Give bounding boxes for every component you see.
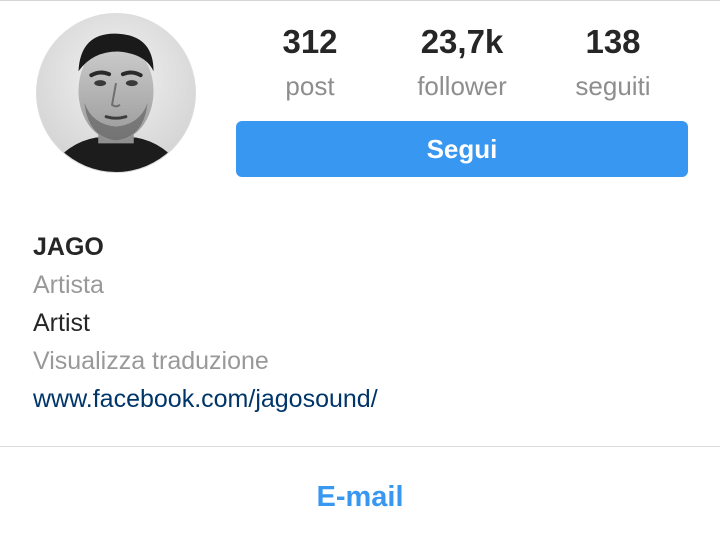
website-link[interactable]: www.facebook.com/jagosound/ bbox=[33, 380, 693, 418]
profile-category: Artista bbox=[33, 271, 104, 299]
posts-label: post bbox=[285, 71, 335, 101]
bio-text: Artist bbox=[33, 309, 90, 337]
profile-name: JAGO bbox=[33, 233, 104, 261]
followers-count: 23,7k bbox=[420, 23, 504, 60]
top-divider bbox=[0, 0, 720, 1]
profile-screen: 312 post 23,7k follower 138 seguiti Segu… bbox=[0, 0, 720, 541]
bio: JAGO Artista Artist Visualizza traduzion… bbox=[33, 228, 693, 418]
follow-button[interactable]: Segui bbox=[236, 121, 688, 177]
following-count: 138 bbox=[585, 23, 641, 60]
following-label: seguiti bbox=[575, 71, 651, 101]
stat-following[interactable]: 138 seguiti bbox=[543, 22, 683, 106]
section-divider bbox=[0, 446, 720, 447]
see-translation-link[interactable]: Visualizza traduzione bbox=[33, 342, 693, 380]
email-button[interactable]: E-mail bbox=[0, 470, 720, 524]
avatar-photo bbox=[37, 14, 195, 172]
stat-followers[interactable]: 23,7k follower bbox=[392, 22, 532, 106]
posts-count: 312 bbox=[282, 23, 338, 60]
followers-label: follower bbox=[417, 71, 507, 101]
stat-posts[interactable]: 312 post bbox=[240, 22, 380, 106]
avatar[interactable] bbox=[36, 13, 196, 173]
